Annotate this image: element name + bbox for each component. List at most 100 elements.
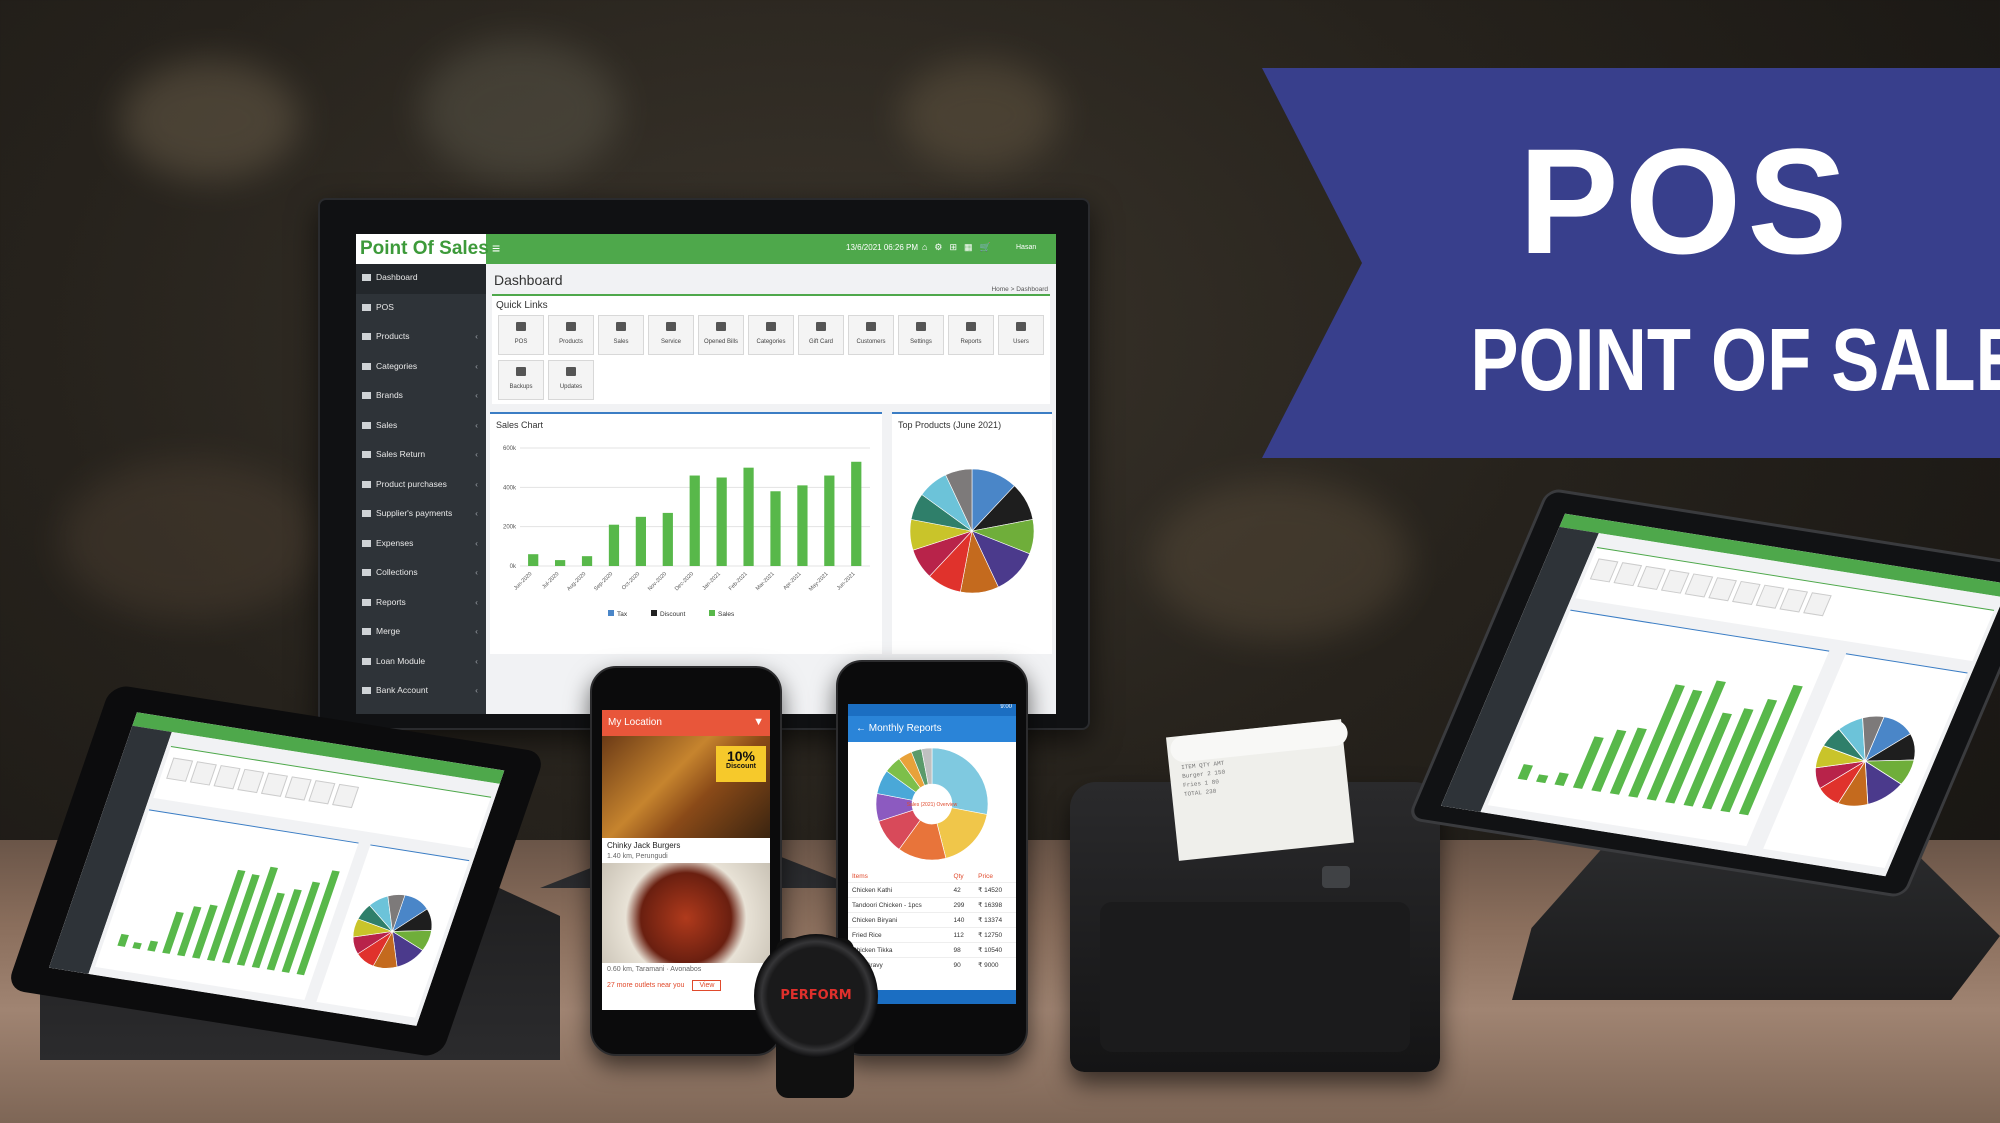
sidebar-item-pos[interactable]: POS	[356, 294, 486, 324]
table-cell: 42	[949, 882, 975, 898]
x-tick-label: Jun-2020	[513, 571, 533, 591]
sidebar-item-supplier-s-payments[interactable]: Supplier's payments ‹	[356, 500, 486, 530]
sidebar-item-merge[interactable]: Merge ‹	[356, 618, 486, 648]
bar-oct-2020[interactable]	[635, 516, 646, 566]
table-row[interactable]: Tandoori Chicken - 1pcs 299 ₹ 16398	[848, 897, 1016, 913]
sidebar-item-label: Product purchases	[376, 478, 447, 489]
x-tick-label: Feb-2021	[728, 571, 749, 592]
sidebar-item-collections[interactable]: Collections ‹	[356, 559, 486, 589]
bar-jun-2020[interactable]	[528, 554, 539, 566]
legend-label-tax[interactable]: Tax	[617, 611, 628, 618]
quick-link-gift-card[interactable]: Gift Card	[798, 315, 844, 355]
tablet-tile[interactable]	[260, 772, 288, 797]
quick-link-products[interactable]: Products	[548, 315, 594, 355]
restaurant-name[interactable]: Chinky Jack Burgers	[602, 838, 770, 853]
sidebar-item-dashboard[interactable]: Dashboard	[356, 264, 486, 294]
quick-link-opened-bills[interactable]: Opened Bills	[698, 315, 744, 355]
bokeh-light	[900, 60, 1060, 170]
table-row[interactable]: Chicken Tikka 98 ₹ 10540	[848, 942, 1016, 958]
pos-icon	[516, 322, 526, 331]
pos-icon	[362, 303, 371, 311]
printer-button[interactable]	[1322, 866, 1350, 888]
quick-link-pos[interactable]: POS	[498, 315, 544, 355]
reports-app-screen: 9:00 ← Monthly Reports Sales (2021) Over…	[848, 704, 1016, 1004]
sidebar-item-expenses[interactable]: Expenses ‹	[356, 530, 486, 560]
topbar-icons[interactable]: ⌂⚙⊞▦🛒	[922, 242, 998, 253]
sidebar-item-products[interactable]: Products ‹	[356, 323, 486, 353]
donut-slice[interactable]	[936, 807, 988, 859]
quick-link-categories[interactable]: Categories	[748, 315, 794, 355]
sidebar-item-product-purchases[interactable]: Product purchases ‹	[356, 471, 486, 501]
sales-chart-title: Sales Chart	[496, 420, 544, 430]
quick-link-label: Settings	[910, 339, 932, 345]
quick-link-sales[interactable]: Sales	[598, 315, 644, 355]
sidebar-item-brands[interactable]: Brands ‹	[356, 382, 486, 412]
quick-link-service[interactable]: Service	[648, 315, 694, 355]
quick-link-updates[interactable]: Updates	[548, 360, 594, 400]
bar-dec-2020[interactable]	[689, 475, 700, 566]
sidebar-item-sales-return[interactable]: Sales Return ‹	[356, 441, 486, 471]
sidebar-item-bank-account[interactable]: Bank Account ‹	[356, 677, 486, 707]
table-row[interactable]: Chicken Biryani 140 ₹ 13374	[848, 912, 1016, 928]
sidebar-item-loan-module[interactable]: Loan Module ‹	[356, 648, 486, 678]
column-header[interactable]: Qty	[950, 871, 975, 883]
quick-link-users[interactable]: Users	[998, 315, 1044, 355]
bar-feb-2021[interactable]	[743, 467, 754, 566]
table-row[interactable]: Fried Rice 112 ₹ 12750	[848, 927, 1016, 943]
app-logo[interactable]: Point Of Sales	[356, 234, 489, 264]
view-button[interactable]: View	[692, 980, 722, 991]
bar-may-2021[interactable]	[824, 475, 835, 566]
bar-nov-2020[interactable]	[662, 512, 673, 566]
tablet-tile[interactable]	[213, 765, 241, 790]
touch-terminal	[1406, 487, 2000, 899]
quick-link-backups[interactable]: Backups	[498, 360, 544, 400]
mini-bar	[1517, 764, 1533, 781]
mini-bar	[1554, 772, 1569, 787]
tablet-tile[interactable]	[332, 783, 360, 809]
chevron-left-icon: ‹	[475, 390, 478, 400]
legend-label-sales[interactable]: Sales	[718, 611, 735, 618]
bar-apr-2021[interactable]	[797, 485, 808, 566]
quick-link-settings[interactable]: Settings	[898, 315, 944, 355]
bar-jan-2021[interactable]	[716, 477, 727, 567]
column-header[interactable]: Items	[848, 871, 950, 883]
sidebar-item-reports[interactable]: Reports ‹	[356, 589, 486, 619]
tablet-tile[interactable]	[237, 768, 265, 794]
bar-jul-2020[interactable]	[555, 560, 566, 566]
mini-bar	[251, 892, 285, 969]
food-app-screen: My Location ▼ 10% Discount Chinky Jack Bu…	[602, 710, 770, 1010]
x-tick-label: Oct-2020	[621, 571, 641, 591]
table-row[interactable]: Egg Gravy90₹ 9000	[848, 957, 1016, 972]
filter-icon[interactable]: ▼	[753, 716, 764, 728]
burger-image[interactable]: 10% Discount	[602, 736, 770, 838]
tablet-tile[interactable]	[189, 761, 217, 786]
quick-link-reports[interactable]: Reports	[948, 315, 994, 355]
table-row[interactable]: Chicken Kathi 42 ₹ 14520	[848, 882, 1016, 898]
tablet-tile[interactable]	[284, 776, 312, 801]
quick-link-customers[interactable]: Customers	[848, 315, 894, 355]
location-title[interactable]: My Location	[608, 717, 662, 728]
back-icon[interactable]: ←	[856, 723, 866, 734]
legend-swatch-tax	[608, 610, 614, 616]
terminal-tile[interactable]	[1803, 592, 1832, 617]
table-cell: Tandoori Chicken - 1pcs	[848, 897, 950, 913]
tablet-tile[interactable]	[166, 757, 194, 782]
sidebar-item-sales[interactable]: Sales ‹	[356, 412, 486, 442]
sidebar-item-mobile-wallet[interactable]: Mobile Wallet‹	[356, 707, 486, 715]
bar-sep-2020[interactable]	[608, 524, 620, 566]
sidebar-item-categories[interactable]: Categories ‹	[356, 353, 486, 383]
breadcrumb[interactable]: Home > Dashboard	[991, 286, 1048, 293]
bar-jun-2021[interactable]	[851, 461, 862, 566]
quick-links-title: Quick Links	[496, 300, 548, 311]
bar-aug-2020[interactable]	[581, 556, 593, 566]
user-menu[interactable]: Hasan	[1016, 244, 1036, 251]
menu-toggle-icon[interactable]: ≡	[492, 240, 500, 256]
page-title: Dashboard	[494, 272, 563, 288]
column-header[interactable]: Price	[974, 871, 1016, 883]
legend-label-discount[interactable]: Discount	[660, 611, 685, 618]
y-tick-label: 600k	[503, 446, 517, 452]
dish-image[interactable]	[602, 863, 770, 963]
reports-header: ← Monthly Reports	[848, 716, 1016, 742]
bar-mar-2021[interactable]	[770, 491, 781, 566]
tablet-tile[interactable]	[308, 780, 336, 805]
